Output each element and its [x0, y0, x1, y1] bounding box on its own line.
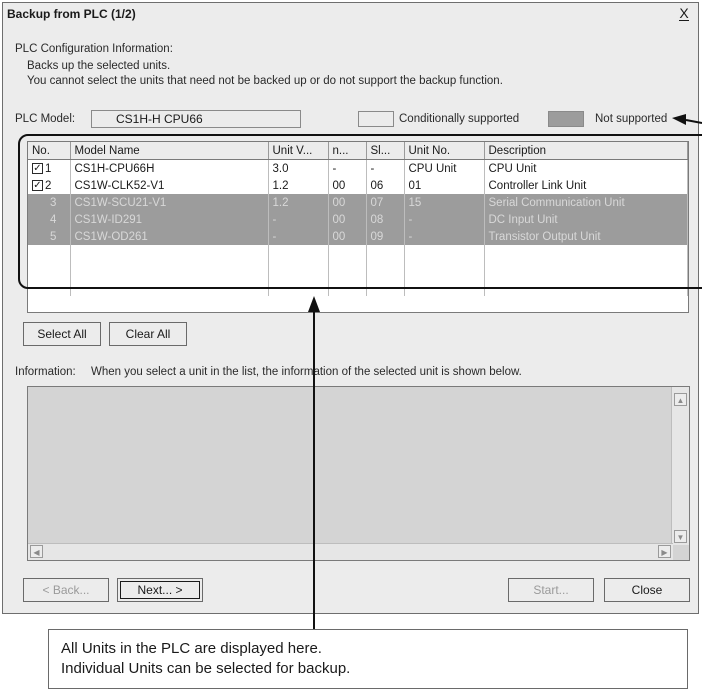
legend-pointer-line: [685, 119, 702, 124]
callout-line-2: Individual Units can be selected for bac…: [61, 660, 351, 677]
callout-line-1: All Units in the PLC are displayed here.: [61, 640, 322, 657]
annotation-callout: All Units in the PLC are displayed here.…: [48, 629, 688, 689]
callout-arrowhead-icon: [308, 296, 320, 312]
legend-arrowhead-icon: [672, 114, 686, 125]
annotation-arrows: [308, 114, 702, 629]
